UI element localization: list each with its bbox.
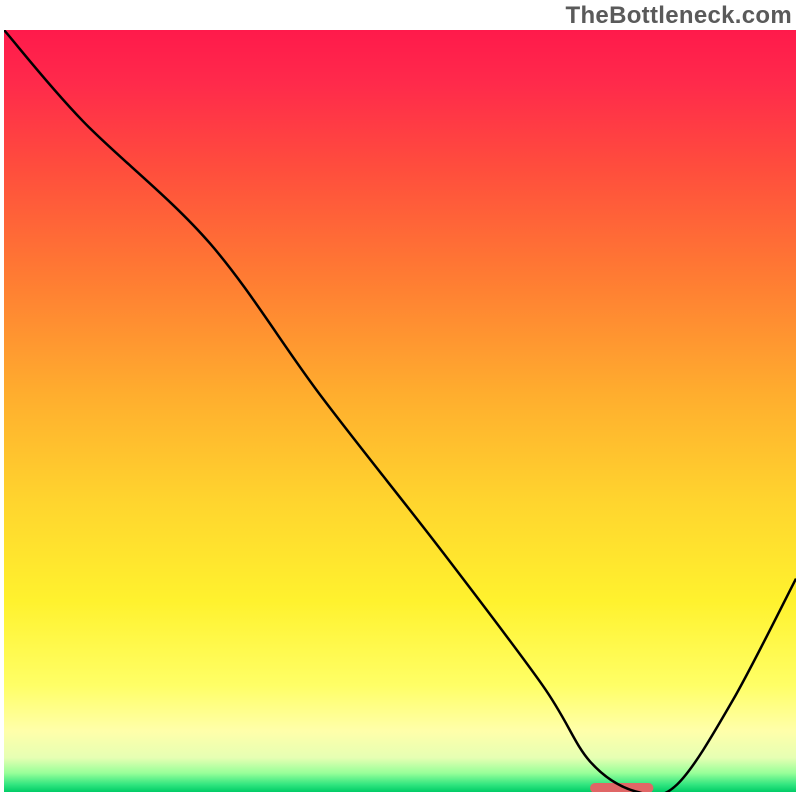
chart-frame: TheBottleneck.com xyxy=(0,0,800,800)
watermark-text: TheBottleneck.com xyxy=(566,2,792,30)
chart-plot-area xyxy=(4,30,796,792)
chart-svg xyxy=(4,30,796,792)
chart-background xyxy=(4,30,796,792)
